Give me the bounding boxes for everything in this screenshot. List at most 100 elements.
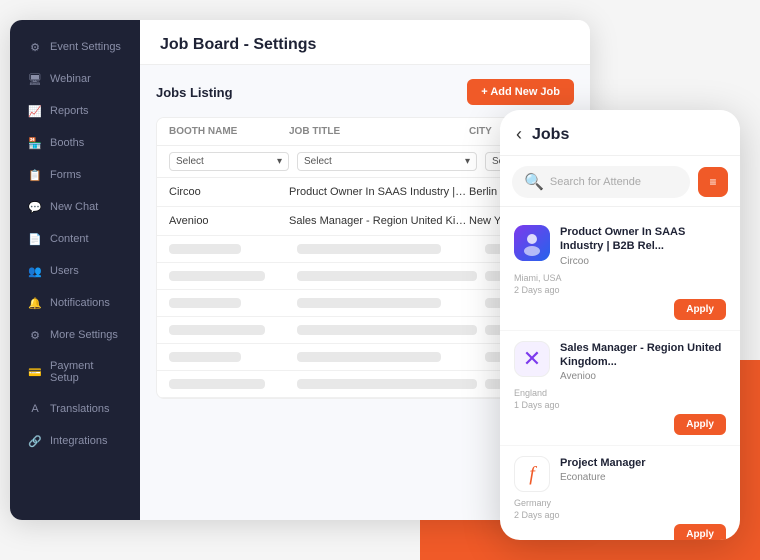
job-posted-text-3: 2 Days ago xyxy=(514,510,560,520)
cell-title-1: Sales Manager - Region United Kingdom... xyxy=(289,215,469,227)
job-title-3: Project Manager xyxy=(560,456,726,470)
sidebar-item-integrations[interactable]: 🔗 Integrations xyxy=(16,426,134,456)
sidebar-label-new-chat: New Chat xyxy=(50,201,98,213)
filter-title-label: Select xyxy=(304,156,332,167)
sidebar-item-notifications[interactable]: 🔔 Notifications xyxy=(16,288,134,318)
job-info-1: Product Owner In SAAS Industry | B2B Rel… xyxy=(560,225,726,267)
phone-mockup: ‹ Jobs 🔍 Search for Attende ≡ xyxy=(500,110,740,540)
skeleton-bar xyxy=(297,244,441,254)
skeleton-bar xyxy=(297,325,477,335)
job-logo-3: f xyxy=(514,456,550,492)
job-card-bottom-2: Apply xyxy=(514,410,726,435)
job-location-2: England xyxy=(514,388,547,398)
sidebar-item-payment-setup[interactable]: 💳 Payment Setup xyxy=(16,352,134,392)
skeleton-bar xyxy=(169,271,265,281)
sidebar-item-booths[interactable]: 🏪 Booths xyxy=(16,128,134,158)
sidebar-label-webinar: Webinar xyxy=(50,73,91,85)
skeleton-bar xyxy=(297,379,477,389)
job-company-3: Econature xyxy=(560,472,726,483)
job-card-2: ✕ Sales Manager - Region United Kingdom.… xyxy=(500,331,740,447)
search-icon: 🔍 xyxy=(524,172,544,192)
filter-icon: ≡ xyxy=(709,175,716,189)
filter-title[interactable]: Select ▾ xyxy=(297,152,477,171)
sidebar-item-more-settings[interactable]: ⚙ More Settings xyxy=(16,320,134,350)
section-header: Jobs Listing + Add New Job xyxy=(156,79,574,105)
notifications-icon: 🔔 xyxy=(28,296,42,310)
skeleton-bar xyxy=(169,244,241,254)
skeleton-bar xyxy=(297,298,441,308)
integrations-icon: 🔗 xyxy=(28,434,42,448)
webinar-icon: 🖥 xyxy=(28,72,42,86)
job-card-top-2: ✕ Sales Manager - Region United Kingdom.… xyxy=(514,341,726,383)
translations-icon: A xyxy=(28,402,42,416)
apply-button-1[interactable]: Apply xyxy=(674,299,726,320)
sidebar-label-booths: Booths xyxy=(50,137,84,149)
apply-button-2[interactable]: Apply xyxy=(674,414,726,435)
booths-icon: 🏪 xyxy=(28,136,42,150)
skeleton-bar xyxy=(169,325,265,335)
job-posted-text-1: 2 Days ago xyxy=(514,285,560,295)
sidebar-item-content[interactable]: 📄 Content xyxy=(16,224,134,254)
job-posted-2: 1 Days ago xyxy=(514,400,726,410)
sidebar: ⚙ Event Settings 🖥 Webinar 📈 Reports 🏪 B… xyxy=(10,20,140,520)
page-title: Job Board - Settings xyxy=(160,36,316,53)
section-title: Jobs Listing xyxy=(156,85,233,100)
job-meta-1: Miami, USA xyxy=(514,273,726,283)
job-company-1: Circoo xyxy=(560,256,726,267)
search-input-wrapper[interactable]: 🔍 Search for Attende xyxy=(512,166,690,198)
sidebar-item-forms[interactable]: 📋 Forms xyxy=(16,160,134,190)
job-posted-text-2: 1 Days ago xyxy=(514,400,560,410)
skeleton-bar xyxy=(169,352,241,362)
chevron-down-icon-2: ▾ xyxy=(465,156,470,167)
sidebar-item-users[interactable]: 👥 Users xyxy=(16,256,134,286)
event-settings-icon: ⚙ xyxy=(28,40,42,54)
sidebar-item-event-settings[interactable]: ⚙ Event Settings xyxy=(16,32,134,62)
new-chat-icon: 💬 xyxy=(28,200,42,214)
users-icon: 👥 xyxy=(28,264,42,278)
job-title-2: Sales Manager - Region United Kingdom... xyxy=(560,341,726,370)
skeleton-bar xyxy=(169,298,241,308)
job-location-1: Miami, USA xyxy=(514,273,562,283)
reports-icon: 📈 xyxy=(28,104,42,118)
job-location-3: Germany xyxy=(514,498,551,508)
job-logo-2: ✕ xyxy=(514,341,550,377)
filter-booth[interactable]: Select ▾ xyxy=(169,152,289,171)
job-logo-1 xyxy=(514,225,550,261)
sidebar-label-event-settings: Event Settings xyxy=(50,41,121,53)
job-info-2: Sales Manager - Region United Kingdom...… xyxy=(560,341,726,383)
search-input[interactable]: Search for Attende xyxy=(550,176,641,188)
sidebar-item-webinar[interactable]: 🖥 Webinar xyxy=(16,64,134,94)
job-card-1: Product Owner In SAAS Industry | B2B Rel… xyxy=(500,215,740,331)
sidebar-item-new-chat[interactable]: 💬 New Chat xyxy=(16,192,134,222)
add-new-job-button[interactable]: + Add New Job xyxy=(467,79,574,105)
sidebar-label-reports: Reports xyxy=(50,105,89,117)
chevron-down-icon: ▾ xyxy=(277,156,282,167)
cell-title-0: Product Owner In SAAS Industry | B2B Rel… xyxy=(289,186,469,198)
back-button[interactable]: ‹ xyxy=(516,124,522,145)
phone-title: Jobs xyxy=(532,126,569,144)
col-header-title: Job Title xyxy=(289,126,469,137)
sidebar-label-more-settings: More Settings xyxy=(50,329,118,341)
skeleton-bar xyxy=(297,271,477,281)
payment-setup-icon: 💳 xyxy=(28,365,42,379)
cell-booth-0: Circoo xyxy=(169,186,289,198)
col-header-booth: Booth Name xyxy=(169,126,289,137)
job-company-2: Avenioo xyxy=(560,371,726,382)
more-settings-icon: ⚙ xyxy=(28,328,42,342)
content-icon: 📄 xyxy=(28,232,42,246)
apply-button-3[interactable]: Apply xyxy=(674,524,726,540)
job-card-top-3: f Project Manager Econature xyxy=(514,456,726,492)
main-header: Job Board - Settings xyxy=(140,20,590,65)
job-card-bottom-1: Apply xyxy=(514,295,726,320)
job-title-1: Product Owner In SAAS Industry | B2B Rel… xyxy=(560,225,726,254)
phone-jobs-list: Product Owner In SAAS Industry | B2B Rel… xyxy=(500,207,740,540)
job-info-3: Project Manager Econature xyxy=(560,456,726,483)
sidebar-item-translations[interactable]: A Translations xyxy=(16,394,134,424)
sidebar-label-payment-setup: Payment Setup xyxy=(50,360,122,384)
sidebar-label-integrations: Integrations xyxy=(50,435,107,447)
filter-button[interactable]: ≡ xyxy=(698,167,728,197)
job-meta-2: England xyxy=(514,388,726,398)
job-posted-3: 2 Days ago xyxy=(514,510,726,520)
sidebar-item-reports[interactable]: 📈 Reports xyxy=(16,96,134,126)
sidebar-label-notifications: Notifications xyxy=(50,297,110,309)
